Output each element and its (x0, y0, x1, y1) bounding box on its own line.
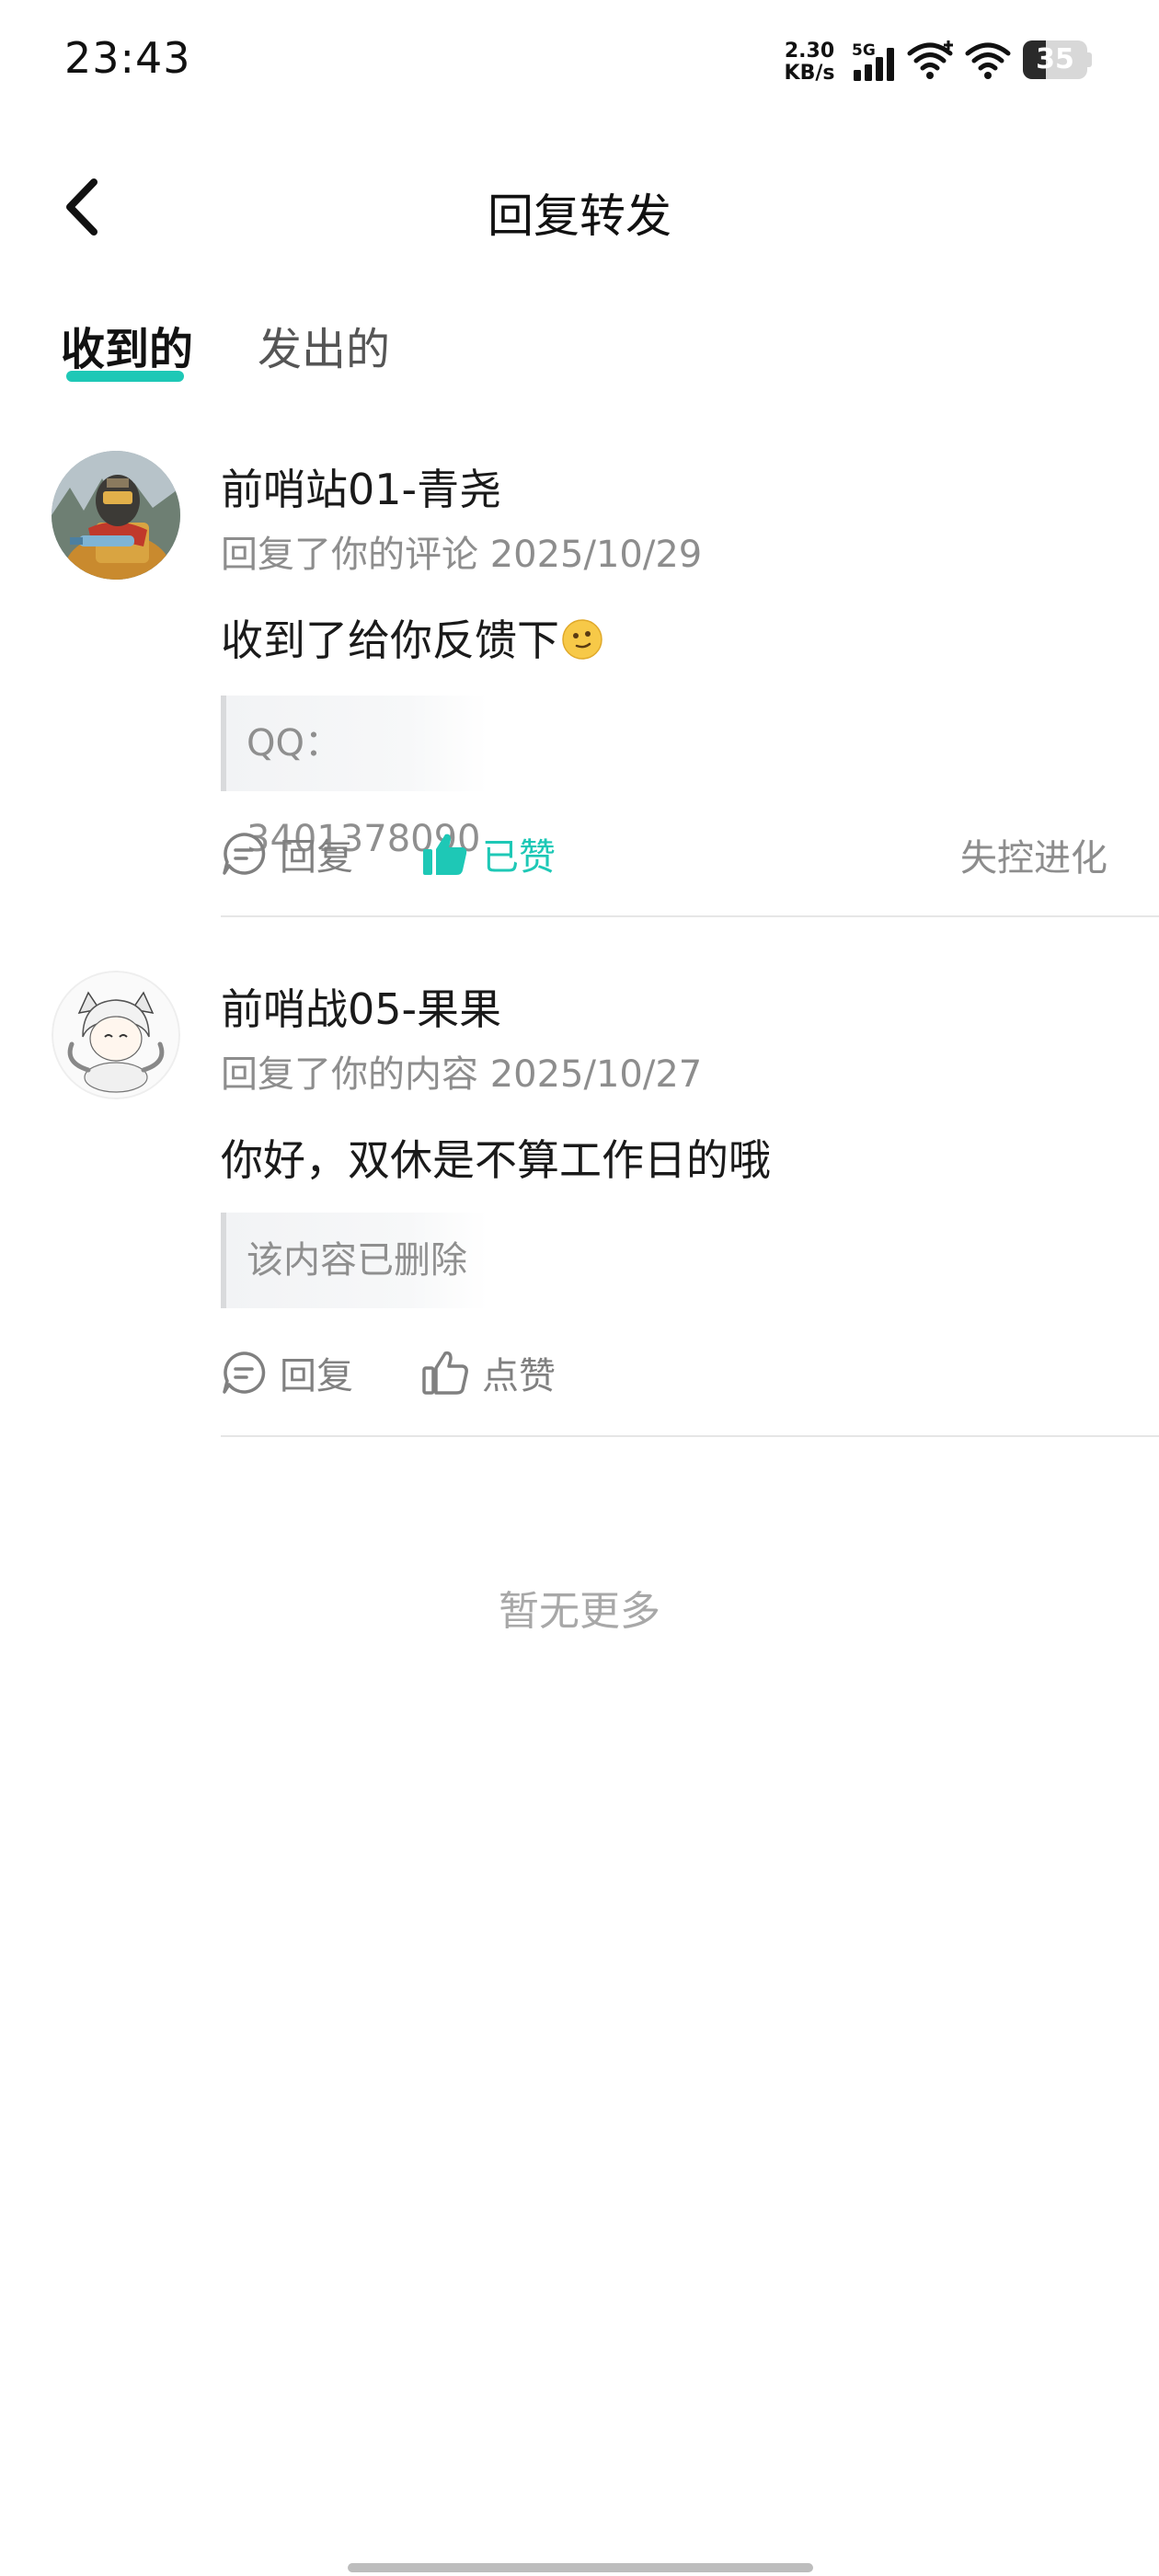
author-name[interactable]: 前哨站01-青尧 (221, 456, 501, 517)
reply-button[interactable]: 回复 (221, 826, 353, 881)
author-name[interactable]: 前哨战05-果果 (221, 976, 501, 1037)
list-item: 前哨站01-青尧 回复了你的评论 2025/10/29 收到了给你反馈下 QQ：… (0, 451, 1159, 929)
battery-level: 35 (1036, 43, 1074, 75)
avatar[interactable] (52, 971, 180, 1099)
divider (221, 1435, 1159, 1437)
no-more-text: 暂无更多 (499, 1588, 660, 1635)
network-speed: 2.30 KB/s (780, 40, 839, 85)
quoted-content[interactable]: 该内容已删除 (221, 1213, 488, 1308)
comment-icon (223, 833, 266, 875)
reply-meta: 回复了你的评论 2025/10/29 (221, 534, 703, 576)
thumbs-up-icon (422, 1351, 468, 1395)
reply-label: 回复 (280, 1355, 353, 1397)
reply-text: 收到了给你反馈下 (221, 615, 559, 665)
status-time: 23:43 (64, 33, 191, 83)
like-label: 已赞 (482, 836, 556, 879)
tab-sent[interactable]: 发出的 (258, 313, 390, 377)
reply-button[interactable]: 回复 (221, 1345, 353, 1400)
reply-content[interactable]: 你好，双休是不算工作日的哦 (221, 1127, 771, 1188)
tab-active-indicator (66, 371, 184, 382)
reply-meta: 回复了你的内容 2025/10/27 (221, 1053, 703, 1096)
app-header: 回复转发 (0, 147, 1159, 267)
reply-text: 你好，双休是不算工作日的哦 (221, 1135, 771, 1185)
thumbs-up-filled-icon (423, 834, 467, 875)
avatar[interactable] (52, 451, 180, 580)
page-title: 回复转发 (488, 190, 671, 243)
list-item: 前哨战05-果果 回复了你的内容 2025/10/27 你好，双休是不算工作日的… (0, 971, 1159, 1449)
like-button[interactable]: 已赞 (421, 826, 556, 881)
reply-content[interactable]: 收到了给你反馈下 (221, 607, 603, 668)
status-bar: 23:43 2.30 KB/s 5G 35 (0, 0, 1159, 129)
network-speed-unit: KB/s (784, 62, 835, 85)
quoted-comment[interactable]: QQ：3401378090 (221, 696, 488, 860)
battery-icon: 35 (1023, 40, 1092, 79)
divider (221, 915, 1159, 917)
source-link[interactable]: 失控进化 (960, 828, 1107, 881)
reply-label: 回复 (280, 836, 353, 879)
network-type-label: 5G (852, 41, 876, 60)
cellular-signal-icon: 5G (850, 40, 905, 83)
like-label: 点赞 (482, 1355, 556, 1397)
comment-icon (223, 1351, 266, 1394)
smirk-emoji-icon (562, 619, 602, 660)
network-speed-value: 2.30 (784, 40, 835, 63)
tab-bar: 收到的 发出的 (0, 313, 1159, 396)
home-indicator[interactable] (348, 2563, 813, 2572)
tab-received[interactable]: 收到的 (61, 313, 193, 377)
wifi-icon (906, 39, 956, 81)
like-button[interactable]: 点赞 (421, 1345, 556, 1400)
wifi-secondary-icon (964, 39, 1014, 81)
